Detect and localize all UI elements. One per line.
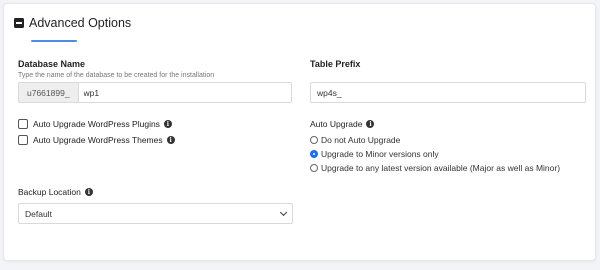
radio-any-latest[interactable]: Upgrade to any latest version available … bbox=[310, 163, 560, 173]
auto-upgrade-themes-row[interactable]: Auto Upgrade WordPress Themes i bbox=[18, 135, 175, 145]
database-name-label: Database Name bbox=[18, 59, 86, 69]
radio-button[interactable] bbox=[310, 136, 318, 144]
radio-button-selected[interactable] bbox=[310, 150, 318, 158]
chevron-down-icon bbox=[279, 208, 288, 216]
backup-location-value: Default bbox=[25, 208, 52, 219]
auto-upgrade-plugins-checkbox[interactable] bbox=[18, 119, 28, 129]
advanced-options-toggle[interactable]: Advanced Options bbox=[14, 16, 131, 30]
auto-upgrade-plugins-row[interactable]: Auto Upgrade WordPress Plugins i bbox=[18, 119, 172, 129]
info-icon[interactable]: i bbox=[163, 120, 172, 128]
radio-minor-only[interactable]: Upgrade to Minor versions only bbox=[310, 149, 439, 159]
advanced-options-panel: Advanced Options Database Name Type the … bbox=[3, 3, 596, 261]
backup-location-heading: Backup Location i bbox=[18, 187, 93, 197]
minus-square-icon bbox=[14, 18, 24, 28]
database-name-group: u7661899_ bbox=[18, 82, 292, 103]
database-name-help: Type the name of the database to be crea… bbox=[18, 72, 215, 79]
auto-upgrade-plugins-label: Auto Upgrade WordPress Plugins bbox=[33, 119, 160, 129]
database-prefix-addon: u7661899_ bbox=[19, 83, 79, 102]
section-title: Advanced Options bbox=[29, 16, 132, 30]
radio-label: Upgrade to any latest version available … bbox=[321, 163, 561, 173]
radio-button[interactable] bbox=[310, 164, 318, 172]
info-icon[interactable]: i bbox=[166, 136, 175, 144]
database-name-input[interactable] bbox=[78, 83, 291, 102]
info-icon[interactable]: i bbox=[84, 188, 93, 196]
auto-upgrade-themes-checkbox[interactable] bbox=[18, 135, 28, 145]
radio-label: Upgrade to Minor versions only bbox=[321, 149, 439, 159]
backup-location-select[interactable]: Default bbox=[18, 203, 293, 224]
radio-do-not-upgrade[interactable]: Do not Auto Upgrade bbox=[310, 135, 400, 145]
backup-location-label: Backup Location bbox=[18, 187, 81, 197]
section-title-underline bbox=[31, 40, 77, 42]
info-icon[interactable]: i bbox=[366, 120, 375, 128]
auto-upgrade-themes-label: Auto Upgrade WordPress Themes bbox=[33, 135, 163, 145]
auto-upgrade-heading: Auto Upgrade i bbox=[310, 119, 375, 129]
auto-upgrade-label: Auto Upgrade bbox=[310, 119, 363, 129]
radio-label: Do not Auto Upgrade bbox=[321, 135, 401, 145]
table-prefix-input[interactable] bbox=[310, 82, 586, 103]
table-prefix-label: Table Prefix bbox=[310, 59, 361, 69]
